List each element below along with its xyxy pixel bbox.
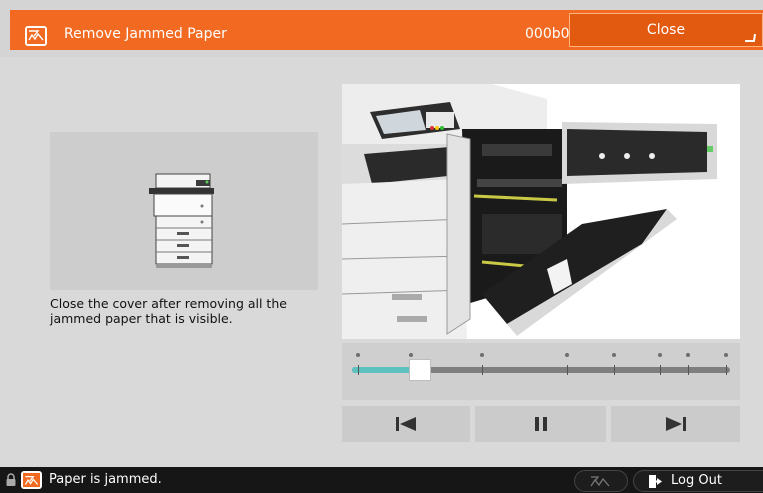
status-monitor-icon (590, 476, 610, 487)
page-title: Remove Jammed Paper (64, 26, 227, 42)
lock-icon (6, 473, 16, 486)
previous-button[interactable] (342, 406, 470, 442)
pause-icon (534, 417, 547, 431)
progress-knob[interactable] (409, 359, 431, 381)
log-out-icon (649, 475, 662, 488)
playback-progress[interactable] (342, 343, 740, 400)
step-marker (409, 353, 413, 357)
printer-open-cover-illustration (342, 84, 740, 339)
previous-icon (396, 417, 416, 431)
step-tick (567, 365, 568, 375)
close-button-label: Close (646, 22, 686, 38)
step-tick (660, 365, 661, 375)
printer-thumbnail (50, 132, 318, 290)
log-out-label: Log Out (671, 473, 722, 488)
status-message: Paper is jammed. (49, 472, 162, 487)
step-marker (480, 353, 484, 357)
log-out-button[interactable]: Log Out (633, 470, 763, 492)
step-marker (724, 353, 728, 357)
status-bar: Paper is jammed. Log Out (0, 467, 763, 493)
status-monitor-button[interactable] (574, 470, 628, 492)
paper-jam-icon (21, 471, 42, 489)
close-button[interactable]: Close (569, 13, 763, 47)
step-tick (358, 365, 359, 375)
paper-jam-icon (25, 26, 47, 46)
next-icon (665, 417, 686, 431)
next-button[interactable] (611, 406, 740, 442)
step-marker (658, 353, 662, 357)
return-arrow-icon (745, 33, 756, 42)
step-tick (614, 365, 615, 375)
printer-icon (149, 173, 214, 268)
instruction-text: Close the cover after removing all the j… (50, 296, 287, 326)
step-tick (482, 365, 483, 375)
step-tick (726, 365, 727, 375)
step-tick (688, 365, 689, 375)
header: Remove Jammed Paper 000b00 Close (0, 0, 763, 57)
step-marker (356, 353, 360, 357)
guidance-animation (342, 84, 740, 339)
step-marker (565, 353, 569, 357)
step-marker (686, 353, 690, 357)
pause-button[interactable] (475, 406, 606, 442)
step-marker (612, 353, 616, 357)
